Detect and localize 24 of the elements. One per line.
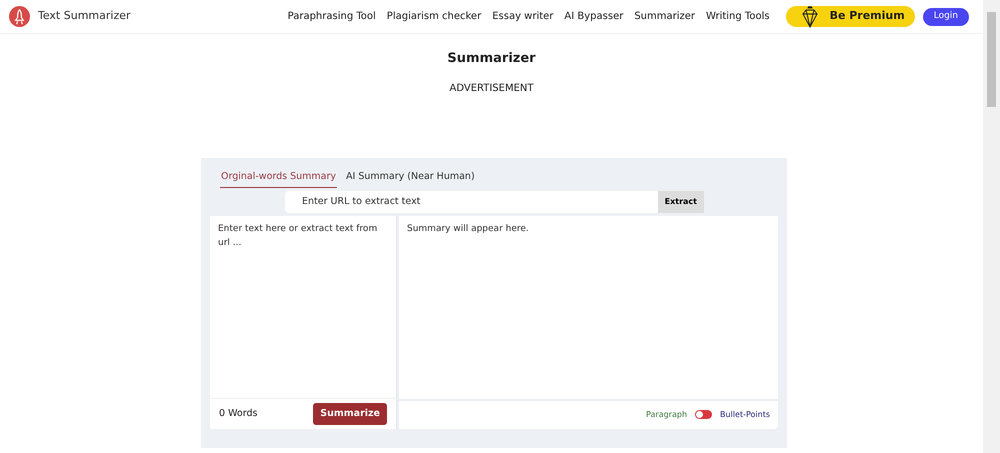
premium-button[interactable]: Be Premium bbox=[786, 6, 915, 27]
advertisement-label: ADVERTISEMENT bbox=[449, 82, 534, 96]
format-toggle[interactable] bbox=[695, 410, 712, 420]
tab[interactable]: AI Summary (Near Human) bbox=[345, 168, 476, 188]
word-count: 0 Words bbox=[219, 406, 258, 421]
paragraph-label: Paragraph bbox=[646, 408, 688, 421]
scrollbar[interactable] bbox=[983, 0, 1000, 453]
extract-button[interactable]: Extract bbox=[658, 190, 704, 213]
summary-output-field[interactable]: Summary will appear here. bbox=[399, 216, 778, 399]
nav-link[interactable]: Summarizer bbox=[634, 9, 696, 24]
nav-link[interactable]: Paraphrasing Tool bbox=[288, 9, 376, 24]
login-button[interactable]: Login bbox=[922, 8, 969, 26]
page-title: Summarizer bbox=[447, 50, 536, 68]
brand-name[interactable]: Text Summarizer bbox=[38, 8, 131, 25]
nav-link[interactable]: Plagiarism checker bbox=[386, 9, 482, 24]
summarize-button[interactable]: Summarize bbox=[313, 402, 387, 425]
logo-icon bbox=[9, 6, 30, 27]
nav-link[interactable]: AI Bypasser bbox=[564, 9, 624, 24]
tab[interactable]: Orginal-words Summary bbox=[220, 168, 338, 188]
url-field[interactable]: Enter URL to extract text bbox=[285, 190, 658, 213]
nav-link[interactable]: Writing Tools bbox=[706, 9, 770, 24]
bullet-points-label: Bullet-Points bbox=[720, 408, 770, 421]
nav-link[interactable]: Essay writer bbox=[492, 9, 554, 24]
text-input-field[interactable]: Enter text here or extract text from url ... bbox=[210, 216, 396, 398]
